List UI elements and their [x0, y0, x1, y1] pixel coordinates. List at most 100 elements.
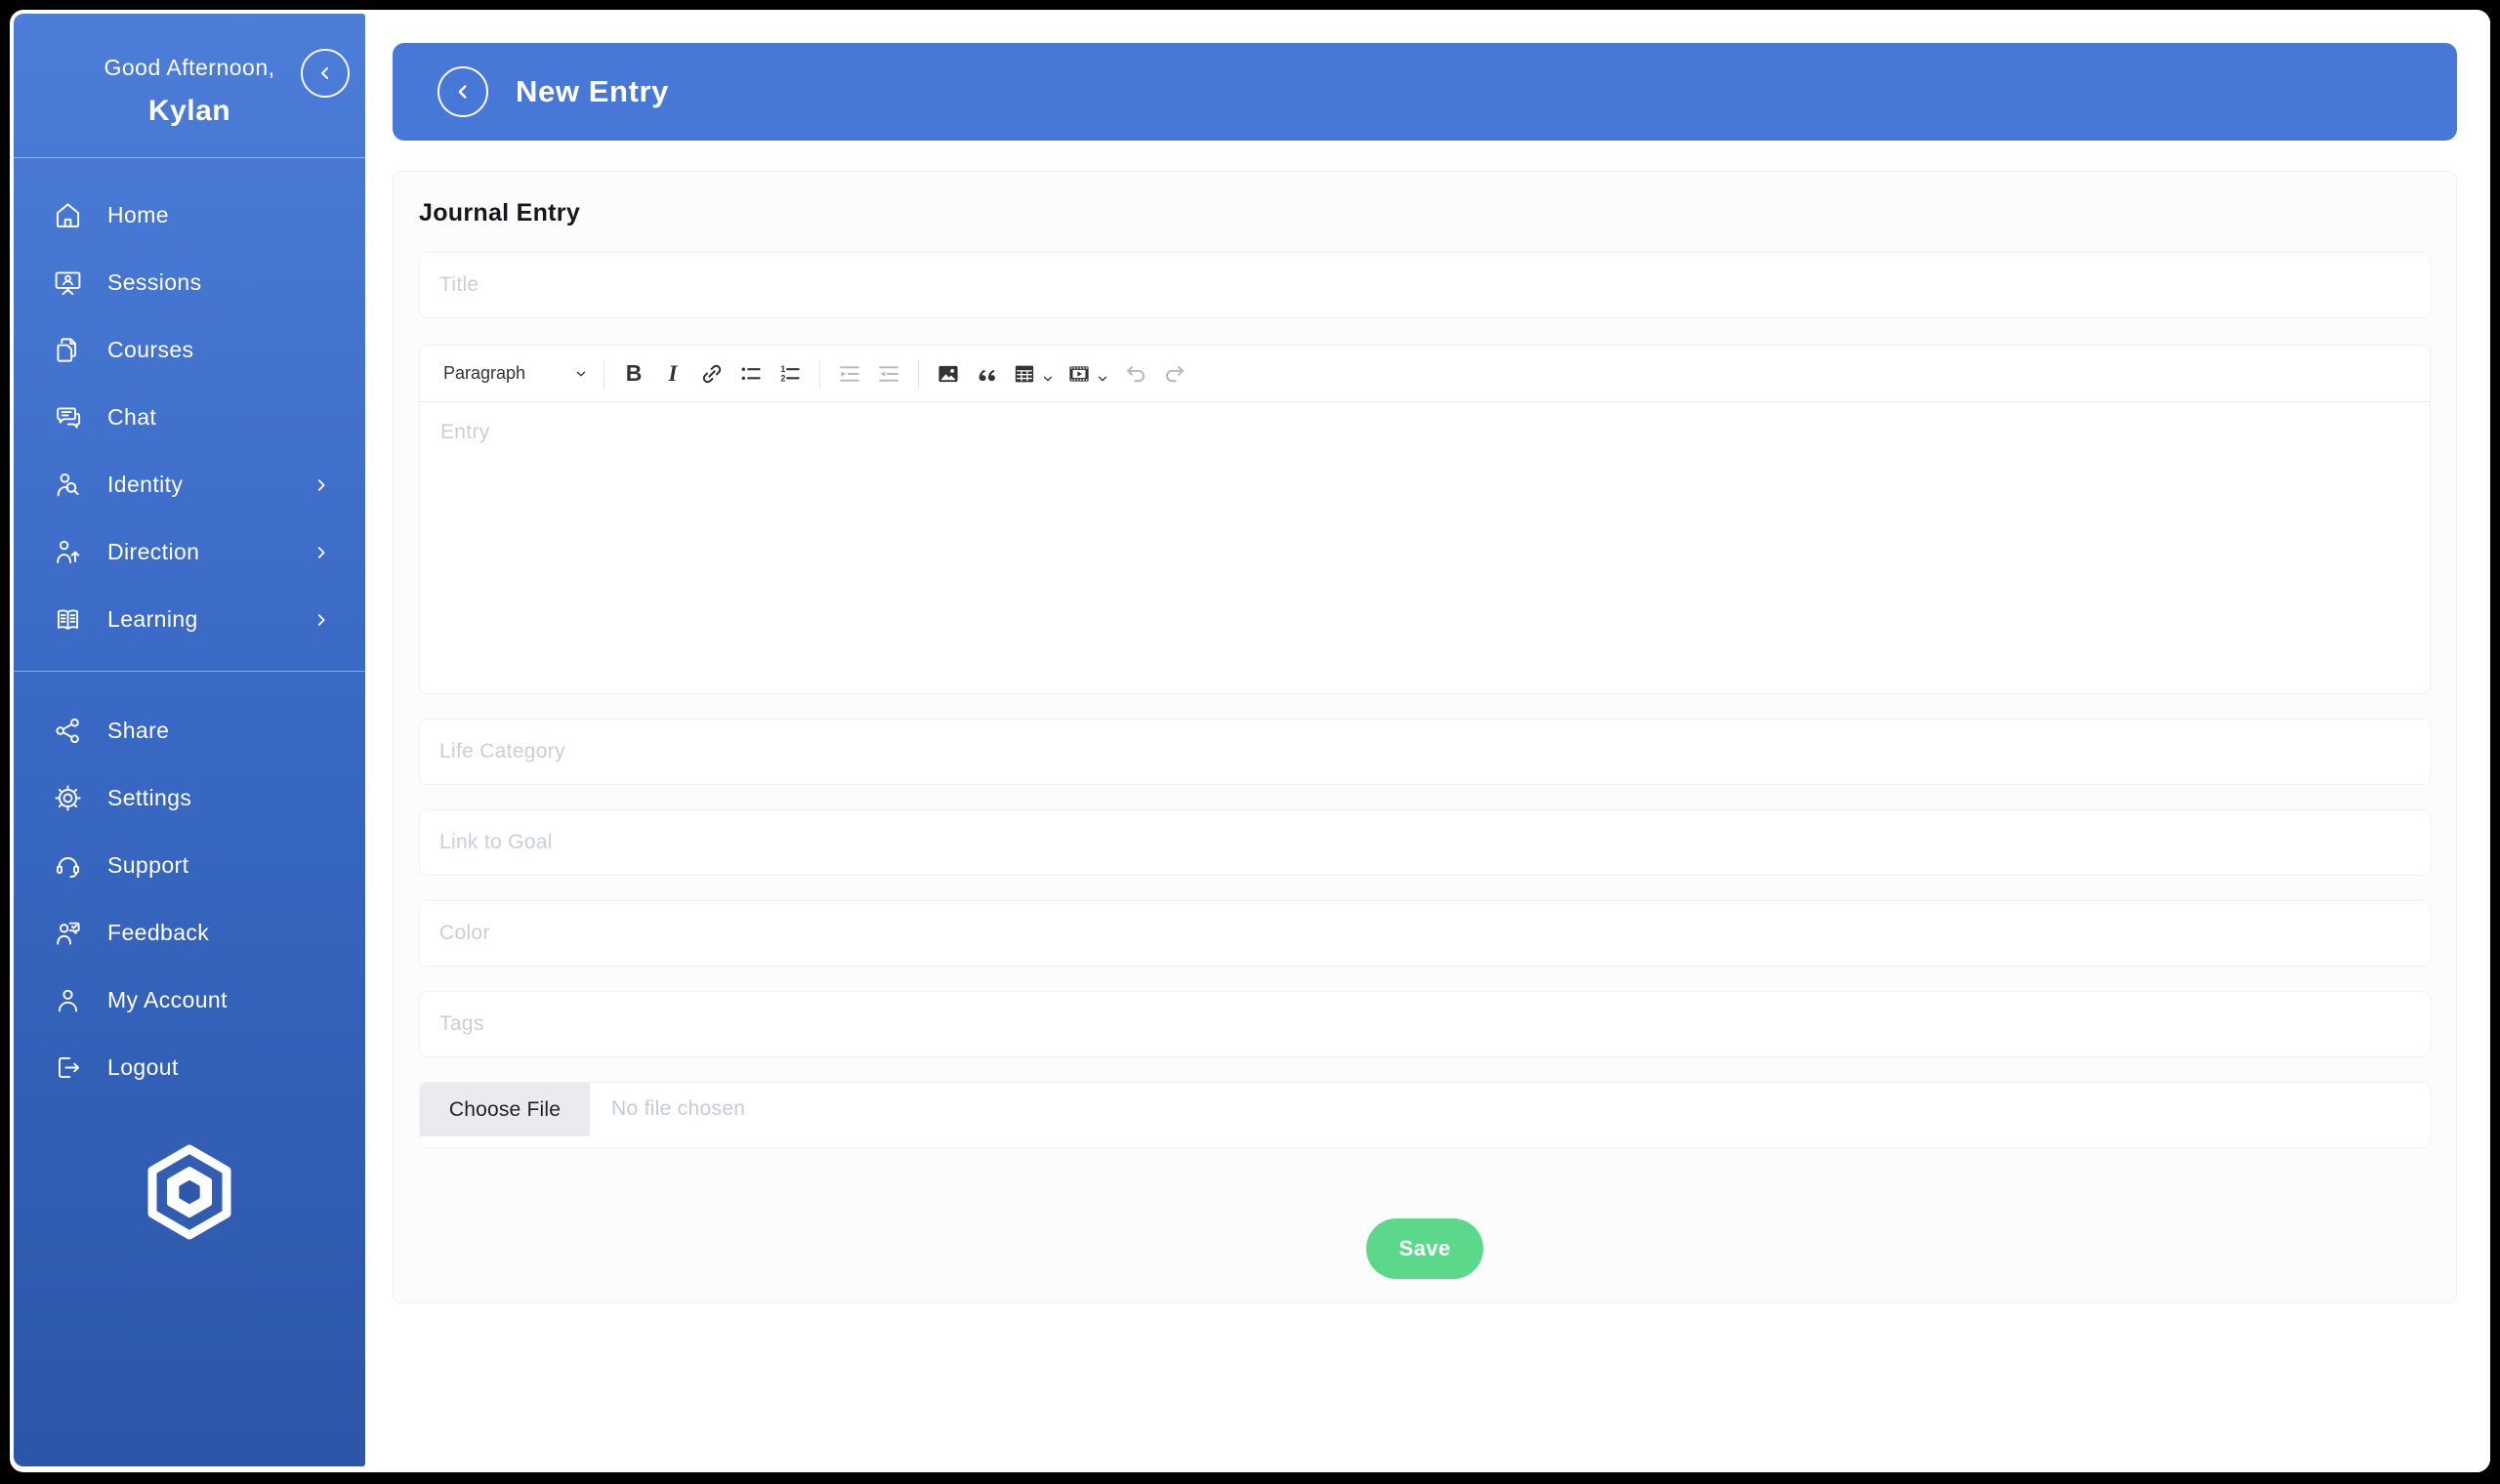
- outdent-button[interactable]: [832, 356, 867, 392]
- insert-image-button[interactable]: [931, 356, 966, 392]
- sidebar-item-home[interactable]: Home: [14, 182, 365, 249]
- logout-icon: [53, 1052, 83, 1083]
- chevron-down-icon: [1041, 367, 1055, 381]
- learning-icon: [53, 604, 83, 635]
- sidebar-item-my-account[interactable]: My Account: [14, 967, 365, 1034]
- sidebar-item-label: Learning: [107, 606, 198, 632]
- numbered-list-button[interactable]: 12: [772, 356, 808, 392]
- sidebar-item-chat[interactable]: Chat: [14, 384, 365, 451]
- sidebar-item-label: Logout: [107, 1054, 179, 1080]
- media-icon: [1067, 362, 1091, 386]
- entry-editor[interactable]: Entry: [420, 402, 2430, 693]
- app-window: Good Afternoon, Kylan Home Sessions Cour…: [10, 10, 2490, 1472]
- courses-icon: [53, 335, 83, 365]
- chevron-right-icon: [312, 476, 330, 494]
- hexagon-logo-icon: [147, 1144, 231, 1240]
- insert-media-button[interactable]: [1063, 356, 1114, 392]
- greeting-text: Good Afternoon,: [104, 55, 275, 80]
- sidebar-item-label: Share: [107, 718, 170, 743]
- attachment-file-input[interactable]: Choose File No file chosen: [419, 1082, 2431, 1148]
- save-button[interactable]: Save: [1365, 1218, 1484, 1279]
- sidebar-item-label: Courses: [107, 337, 194, 362]
- sidebar-item-label: Support: [107, 852, 189, 878]
- sidebar-item-support[interactable]: Support: [14, 832, 365, 899]
- image-icon: [937, 362, 960, 386]
- support-icon: [53, 850, 83, 881]
- save-row: Save: [419, 1218, 2431, 1279]
- sidebar-item-identity[interactable]: Identity: [14, 451, 365, 518]
- sidebar-item-direction[interactable]: Direction: [14, 518, 365, 586]
- app-logo: [14, 1138, 365, 1246]
- toolbar-separator: [819, 358, 820, 389]
- page-title: New Entry: [516, 74, 669, 108]
- username: Kylan: [147, 95, 231, 127]
- block-quote-button[interactable]: [970, 356, 1005, 392]
- identity-icon: [53, 470, 83, 500]
- feedback-icon: [53, 918, 83, 948]
- section-label: Journal Entry: [419, 199, 581, 227]
- chevron-down-icon: [574, 367, 588, 381]
- settings-icon: [53, 783, 83, 813]
- sidebar-footer-nav: Share Settings Support Feedback My Accou…: [14, 672, 365, 1101]
- toolbar-separator: [918, 358, 919, 389]
- undo-button[interactable]: [1118, 356, 1153, 392]
- choose-file-button[interactable]: Choose File: [420, 1083, 590, 1136]
- paragraph-dropdown[interactable]: Paragraph: [436, 355, 594, 392]
- indent-button[interactable]: [871, 356, 906, 392]
- sessions-icon: [53, 268, 83, 298]
- chevron-right-icon: [312, 611, 330, 629]
- sidebar-item-label: Home: [107, 202, 169, 227]
- title-input[interactable]: [419, 252, 2431, 318]
- page-header: New Entry: [393, 43, 2457, 141]
- chevron-right-icon: [312, 544, 330, 561]
- main-content: New Entry Journal Entry Paragraph B I: [365, 10, 2490, 1472]
- direction-icon: [53, 537, 83, 567]
- sidebar-item-logout[interactable]: Logout: [14, 1034, 365, 1101]
- table-icon: [1013, 362, 1036, 386]
- sidebar-item-label: My Account: [107, 987, 228, 1012]
- bulleted-list-button[interactable]: [733, 356, 769, 392]
- italic-icon: I: [668, 361, 678, 386]
- sidebar: Good Afternoon, Kylan Home Sessions Cour…: [14, 14, 365, 1466]
- italic-button[interactable]: I: [655, 356, 690, 392]
- chevron-down-icon: [1096, 367, 1109, 381]
- editor-toolbar: Paragraph B I 1 2: [420, 346, 2430, 402]
- file-status-text: No file chosen: [611, 1097, 746, 1120]
- color-input[interactable]: [419, 900, 2431, 967]
- sidebar-item-label: Identity: [107, 472, 184, 497]
- sidebar-item-label: Settings: [107, 785, 192, 810]
- sidebar-item-courses[interactable]: Courses: [14, 316, 365, 384]
- link-button[interactable]: [694, 356, 729, 392]
- link-icon: [700, 362, 724, 386]
- sidebar-item-feedback[interactable]: Feedback: [14, 899, 365, 967]
- chevron-left-icon: [452, 81, 474, 103]
- rich-text-editor: Paragraph B I 1 2 Entry: [419, 345, 2431, 694]
- share-icon: [53, 716, 83, 746]
- paragraph-dropdown-value: Paragraph: [443, 363, 526, 383]
- bold-button[interactable]: B: [616, 356, 651, 392]
- svg-text:2: 2: [780, 373, 785, 383]
- numbered-list-icon: 12: [778, 362, 802, 386]
- sidebar-collapse-button[interactable]: [301, 49, 350, 98]
- link-to-goal-input[interactable]: [419, 809, 2431, 876]
- sidebar-item-learning[interactable]: Learning: [14, 586, 365, 653]
- bold-icon: B: [625, 360, 643, 386]
- redo-icon: [1163, 362, 1187, 386]
- entry-placeholder: Entry: [440, 421, 490, 443]
- life-category-input[interactable]: [419, 719, 2431, 785]
- bulleted-list-icon: [739, 362, 763, 386]
- svg-text:1: 1: [780, 363, 785, 373]
- undo-icon: [1124, 362, 1147, 386]
- redo-button[interactable]: [1157, 356, 1192, 392]
- chevron-left-icon: [315, 63, 335, 83]
- sidebar-item-label: Direction: [107, 539, 200, 564]
- indent-icon: [877, 362, 900, 386]
- back-button[interactable]: [438, 66, 488, 117]
- sidebar-item-sessions[interactable]: Sessions: [14, 249, 365, 316]
- sidebar-item-settings[interactable]: Settings: [14, 764, 365, 832]
- journal-entry-card: Journal Entry Paragraph B I: [393, 171, 2457, 1303]
- sidebar-item-label: Feedback: [107, 920, 210, 945]
- sidebar-item-share[interactable]: Share: [14, 697, 365, 764]
- tags-input[interactable]: [419, 991, 2431, 1057]
- insert-table-button[interactable]: [1009, 356, 1060, 392]
